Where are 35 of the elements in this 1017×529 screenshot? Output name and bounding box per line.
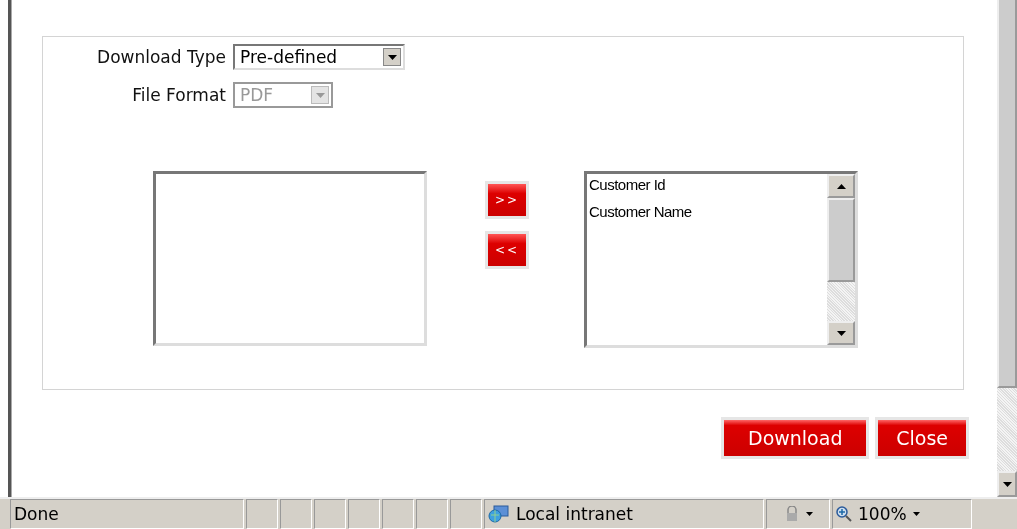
status-panel [348, 499, 380, 529]
field-label: File Format [131, 85, 226, 105]
status-panel [382, 499, 414, 529]
zone-text: Local intranet [516, 504, 633, 524]
scroll-thumb[interactable] [827, 198, 855, 282]
list-item[interactable]: Customer Id [589, 176, 825, 203]
scroll-down-icon[interactable] [827, 321, 855, 345]
move-button[interactable]: >> [485, 181, 529, 219]
move-button[interactable]: << [485, 231, 529, 269]
scroll-up-icon[interactable] [827, 174, 855, 198]
status-panel [416, 499, 448, 529]
scrollbar[interactable] [827, 174, 855, 345]
caret-icon [311, 86, 329, 104]
scroll-down-icon[interactable] [997, 471, 1017, 497]
caret-icon [383, 48, 401, 66]
status-panel [280, 499, 312, 529]
dropdown[interactable]: Pre-defined [233, 44, 405, 70]
caret-icon [805, 512, 813, 516]
status-panel [450, 499, 482, 529]
status-panel [246, 499, 278, 529]
globe-network-icon [488, 505, 510, 523]
zoom-button[interactable]: 100% [832, 499, 972, 529]
page-scrollbar[interactable] [997, 0, 1017, 497]
available-list[interactable] [153, 171, 427, 346]
field-label: Download Type [96, 47, 226, 67]
security-button[interactable] [766, 499, 830, 529]
scroll-thumb[interactable] [997, 0, 1017, 388]
status-text: Done [10, 499, 244, 529]
list-item[interactable]: Customer Name [589, 203, 825, 230]
status-panel [314, 499, 346, 529]
caret-icon [912, 512, 920, 516]
magnifier-icon [836, 506, 852, 522]
action-button[interactable]: Close [875, 417, 969, 459]
action-button[interactable]: Download [721, 417, 870, 459]
selected-list[interactable]: Customer Id Customer Name [584, 171, 858, 348]
